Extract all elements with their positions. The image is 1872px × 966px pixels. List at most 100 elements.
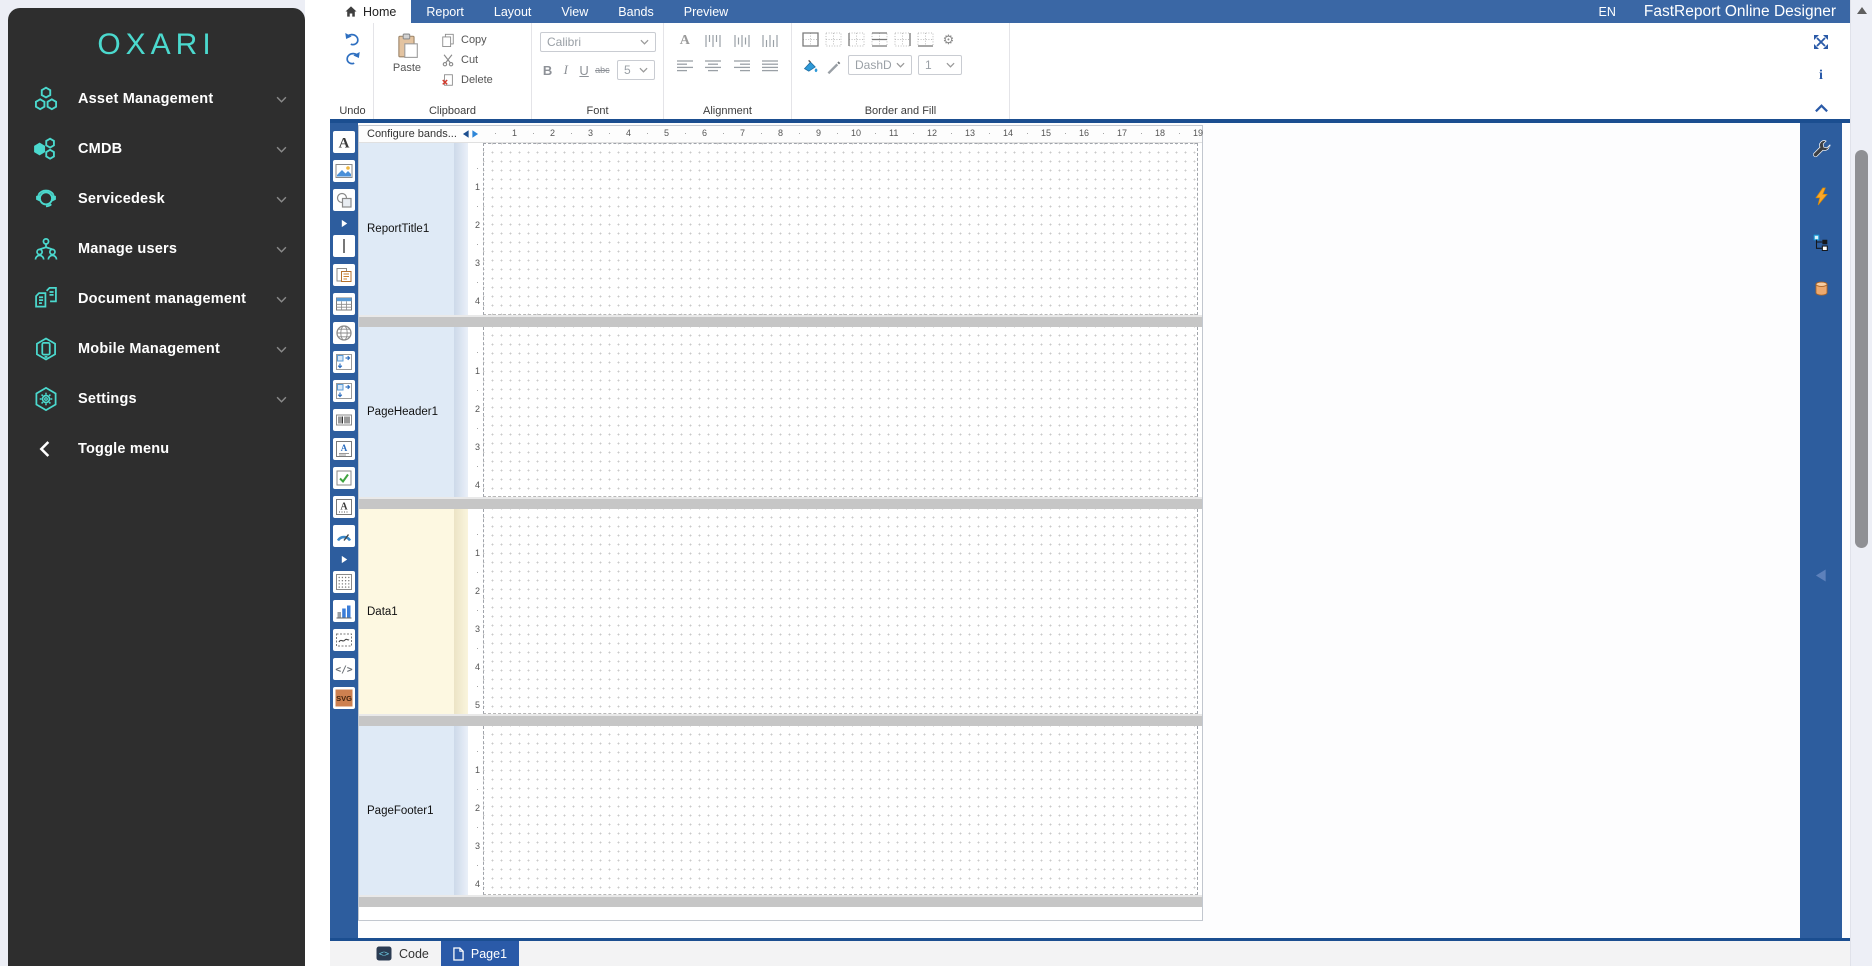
ruler-tick: 1 <box>474 366 480 376</box>
align-top-button[interactable] <box>703 33 725 48</box>
line-width-select[interactable]: 1 <box>918 55 962 75</box>
palette-advanced-matrix-icon[interactable] <box>333 380 355 402</box>
palette-html-icon[interactable]: </> <box>333 658 355 680</box>
border-none-button[interactable] <box>825 32 842 47</box>
italic-button[interactable]: I <box>558 61 573 80</box>
palette-shapes-icon[interactable] <box>333 189 355 211</box>
band-design-surface[interactable] <box>483 726 1198 895</box>
properties-wrench-icon[interactable] <box>1810 139 1832 161</box>
band-label[interactable]: PageFooter1 <box>359 726 454 895</box>
band-resize-handle[interactable] <box>359 497 1202 509</box>
sidebar-item-servicedesk[interactable]: Servicedesk <box>8 174 305 224</box>
palette-chart-icon[interactable] <box>333 600 355 622</box>
band-label[interactable]: ReportTitle1 <box>359 143 454 315</box>
palette-checkbox-icon[interactable] <box>333 467 355 489</box>
fill-bucket-icon[interactable] <box>802 58 819 73</box>
palette-barcode-icon[interactable] <box>333 409 355 431</box>
underline-button[interactable]: U <box>576 61 591 80</box>
menubar-tab-label: Report <box>426 4 464 19</box>
palette-line-icon[interactable] <box>333 235 355 257</box>
delete-button[interactable]: Delete <box>440 72 493 87</box>
ruler-tick: 14 <box>1003 128 1014 138</box>
tab-page1[interactable]: Page1 <box>440 941 520 966</box>
border-settings-gear-icon[interactable]: ⚙ <box>940 32 957 47</box>
align-middle-button[interactable] <box>731 33 753 48</box>
menubar-tab-report[interactable]: Report <box>411 0 479 23</box>
ruler-dot: · <box>608 128 611 138</box>
font-size-select[interactable]: 5 <box>616 60 655 80</box>
cmdb-hexagons-icon <box>32 135 60 163</box>
sidebar-item-settings[interactable]: Settings <box>8 374 305 424</box>
menubar-tab-view[interactable]: View <box>546 0 603 23</box>
palette-table-icon[interactable] <box>333 293 355 315</box>
palette-picture-icon[interactable] <box>333 160 355 182</box>
menubar-tab-preview[interactable]: Preview <box>669 0 743 23</box>
language-selector[interactable]: EN <box>1599 5 1616 19</box>
band-label[interactable]: PageHeader1 <box>359 327 454 497</box>
ruler-scroll-arrows[interactable] <box>462 129 479 139</box>
redo-button[interactable] <box>344 51 361 65</box>
menubar-tab-home[interactable]: Home <box>330 0 412 23</box>
vertical-scrollbar[interactable] <box>1850 0 1872 966</box>
data-source-icon[interactable] <box>1810 277 1832 299</box>
align-justify-button[interactable] <box>760 58 782 73</box>
palette-subreport-icon[interactable] <box>333 264 355 286</box>
border-left-button[interactable] <box>848 32 865 47</box>
align-left-button[interactable] <box>674 58 696 73</box>
sidebar-item-document-management[interactable]: Document management <box>8 274 305 324</box>
toggle-menu-button[interactable]: Toggle menu <box>8 424 305 474</box>
bold-button[interactable]: B <box>540 61 555 80</box>
border-bottom-button[interactable] <box>917 32 934 47</box>
sidebar-item-cmdb[interactable]: CMDB <box>8 124 305 174</box>
panel-collapse-arrow[interactable] <box>1815 568 1828 586</box>
band-resize-handle[interactable] <box>359 895 1202 907</box>
strikethrough-button[interactable]: abc <box>595 61 610 80</box>
menubar-tab-bands[interactable]: Bands <box>603 0 668 23</box>
dash-style-select[interactable]: DashD <box>848 55 912 75</box>
band-design-surface[interactable] <box>483 327 1198 497</box>
flyout-arrow[interactable] <box>338 218 350 228</box>
scrollbar-up-arrow-icon[interactable] <box>1856 7 1867 14</box>
palette-grid-icon[interactable] <box>333 571 355 593</box>
scrollbar-thumb[interactable] <box>1855 150 1868 548</box>
palette-text-icon[interactable]: A <box>333 131 355 153</box>
ruler-dot: · <box>476 822 479 832</box>
cut-button[interactable]: Cut <box>440 52 493 67</box>
band-label[interactable]: Data1 <box>359 509 454 714</box>
collapse-ribbon-button[interactable] <box>1812 99 1830 117</box>
border-all-button[interactable] <box>802 32 819 47</box>
fullscreen-button[interactable] <box>1812 33 1830 51</box>
configure-bands-button[interactable]: Configure bands... <box>367 128 457 140</box>
border-horizontal-button[interactable] <box>871 32 888 47</box>
band-design-surface[interactable] <box>483 143 1198 315</box>
tab-code[interactable]: <> Code <box>364 941 441 966</box>
palette-map-icon[interactable] <box>333 322 355 344</box>
band-design-surface[interactable] <box>483 509 1198 714</box>
ruler-dot: · <box>476 529 479 539</box>
band-resize-handle[interactable] <box>359 714 1202 726</box>
align-center-button[interactable] <box>703 58 725 73</box>
sidebar-item-manage-users[interactable]: Manage users <box>8 224 305 274</box>
palette-cellular-text-icon[interactable]: A <box>333 496 355 518</box>
align-bottom-button[interactable] <box>760 33 782 48</box>
palette-rich-text-icon[interactable]: A <box>333 438 355 460</box>
copy-button[interactable]: Copy <box>440 32 493 47</box>
text-color-button[interactable]: A <box>674 33 696 48</box>
border-right-button[interactable] <box>894 32 911 47</box>
flyout-arrow[interactable] <box>338 554 350 564</box>
palette-svg-icon[interactable]: SVG <box>333 687 355 709</box>
align-right-button[interactable] <box>731 58 753 73</box>
font-family-select[interactable]: Calibri <box>540 32 656 52</box>
menubar-tab-layout[interactable]: Layout <box>479 0 547 23</box>
sidebar-item-mobile-management[interactable]: Mobile Management <box>8 324 305 374</box>
palette-matrix-icon[interactable] <box>333 351 355 373</box>
palette-signature-icon[interactable] <box>333 629 355 651</box>
info-button[interactable]: i <box>1812 65 1830 83</box>
events-lightning-icon[interactable] <box>1810 185 1832 207</box>
undo-button[interactable] <box>344 32 361 46</box>
line-color-pen-icon[interactable] <box>825 58 842 74</box>
sidebar-item-asset-management[interactable]: Asset Management <box>8 74 305 124</box>
band-resize-handle[interactable] <box>359 315 1202 327</box>
palette-gauge-icon[interactable] <box>333 525 355 547</box>
report-tree-icon[interactable] <box>1810 231 1832 253</box>
